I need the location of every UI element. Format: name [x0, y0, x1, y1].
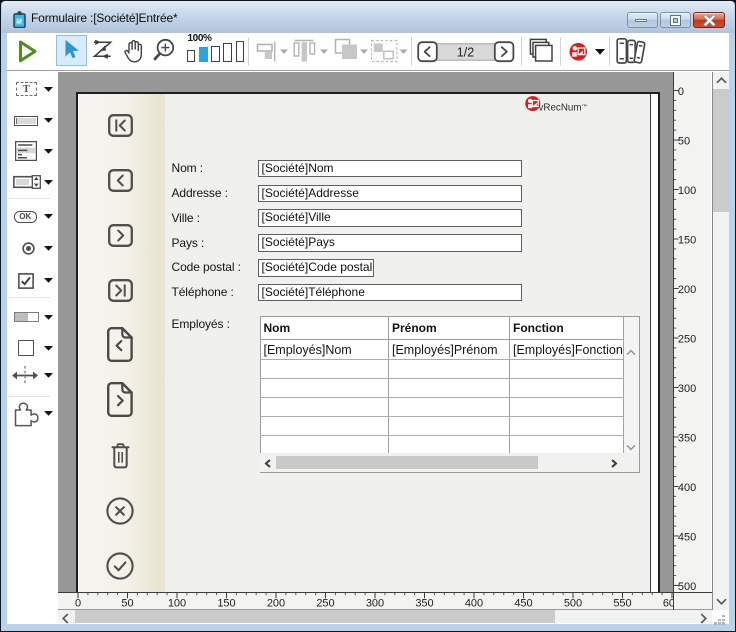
svg-text:0: 0 — [74, 598, 80, 609]
svg-text:500: 500 — [563, 598, 581, 609]
svg-text:100: 100 — [167, 598, 185, 609]
svg-text:50: 50 — [121, 598, 133, 609]
svg-text:550: 550 — [613, 598, 631, 609]
svg-text:200: 200 — [678, 284, 696, 296]
svg-text:450: 450 — [678, 531, 696, 543]
svg-text:100: 100 — [678, 185, 696, 197]
svg-text:450: 450 — [514, 598, 532, 609]
svg-text:1/2: 1/2 — [457, 46, 474, 60]
svg-text:400: 400 — [678, 482, 696, 494]
svg-text:150: 150 — [217, 598, 235, 609]
svg-text:250: 250 — [678, 333, 696, 345]
svg-text:50: 50 — [678, 135, 690, 147]
svg-text:250: 250 — [316, 598, 334, 609]
svg-text:350: 350 — [678, 432, 696, 444]
svg-text:400: 400 — [464, 598, 482, 609]
svg-text:0: 0 — [678, 86, 684, 98]
svg-text:350: 350 — [415, 598, 433, 609]
svg-text:150: 150 — [678, 234, 696, 246]
svg-text:200: 200 — [266, 598, 284, 609]
svg-text:500: 500 — [678, 581, 696, 592]
svg-text:300: 300 — [678, 383, 696, 395]
svg-text:300: 300 — [365, 598, 383, 609]
svg-text:600: 600 — [662, 598, 672, 609]
